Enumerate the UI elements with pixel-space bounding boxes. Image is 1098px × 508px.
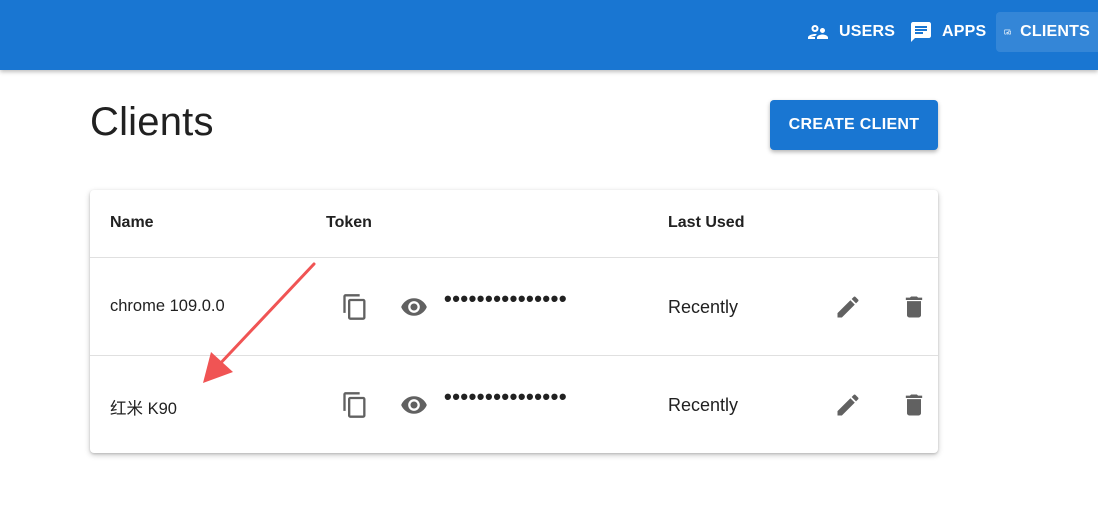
nav-clients-button[interactable]: CLIENTS	[996, 12, 1098, 52]
create-client-button[interactable]: CREATE CLIENT	[770, 100, 938, 150]
clients-table: Name Token Last Used chrome 109.0.0 ••••…	[90, 190, 938, 453]
nav-clients-label: CLIENTS	[1020, 23, 1090, 40]
users-icon	[808, 25, 828, 39]
table-row: chrome 109.0.0 ••••••••••••••• Recently	[90, 258, 938, 356]
nav-apps-label: APPS	[942, 23, 987, 40]
client-name: chrome 109.0.0	[110, 297, 225, 315]
column-header-token: Token	[326, 214, 372, 231]
table-header: Name Token Last Used	[90, 190, 938, 258]
page-title: Clients	[90, 100, 214, 144]
last-used-value: Recently	[668, 395, 739, 415]
trash-icon[interactable]	[900, 293, 928, 321]
nav-users-button[interactable]: USERS	[798, 12, 903, 52]
app-bar: USERS APPS CLIENTS	[0, 0, 1098, 70]
column-header-last-used: Last Used	[668, 214, 745, 231]
pencil-icon[interactable]	[834, 293, 862, 321]
client-name: 红米 K90	[110, 400, 177, 418]
nav-apps-button[interactable]: APPS	[901, 12, 994, 52]
column-header-name: Name	[110, 214, 154, 231]
token-masked: •••••••••••••••	[444, 384, 568, 409]
token-masked: •••••••••••••••	[444, 286, 568, 311]
copy-icon[interactable]	[341, 293, 369, 321]
trash-icon[interactable]	[900, 391, 928, 419]
eye-icon[interactable]	[400, 293, 428, 321]
copy-icon[interactable]	[341, 391, 369, 419]
chat-message-icon	[911, 22, 931, 42]
nav-users-label: USERS	[839, 23, 896, 40]
table-row: 红米 K90 ••••••••••••••• Recently	[90, 356, 938, 454]
last-used-value: Recently	[668, 297, 739, 317]
eye-icon[interactable]	[400, 391, 428, 419]
pencil-icon[interactable]	[834, 391, 862, 419]
devices-icon	[1004, 29, 1011, 35]
